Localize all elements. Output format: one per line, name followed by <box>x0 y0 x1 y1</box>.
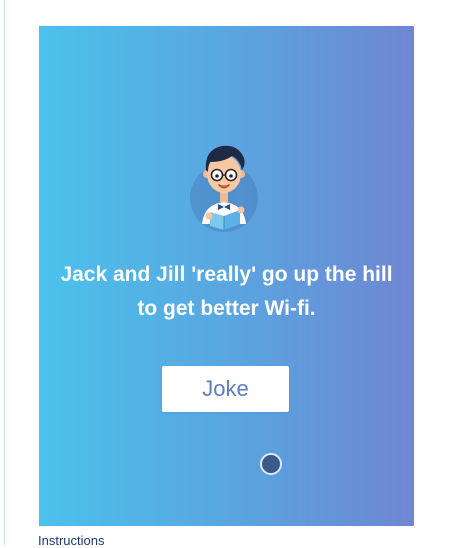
boy-reading-book-icon <box>180 134 272 232</box>
joke-text: Jack and Jill 'really' go up the hill to… <box>60 263 393 320</box>
joke-card: Jack and Jill 'really' go up the hill to… <box>39 26 414 526</box>
page-left-border <box>4 0 5 545</box>
instructions-caption: Instructions <box>38 533 105 548</box>
joke-button[interactable]: Joke <box>162 366 289 412</box>
dot-indicator <box>260 453 282 475</box>
